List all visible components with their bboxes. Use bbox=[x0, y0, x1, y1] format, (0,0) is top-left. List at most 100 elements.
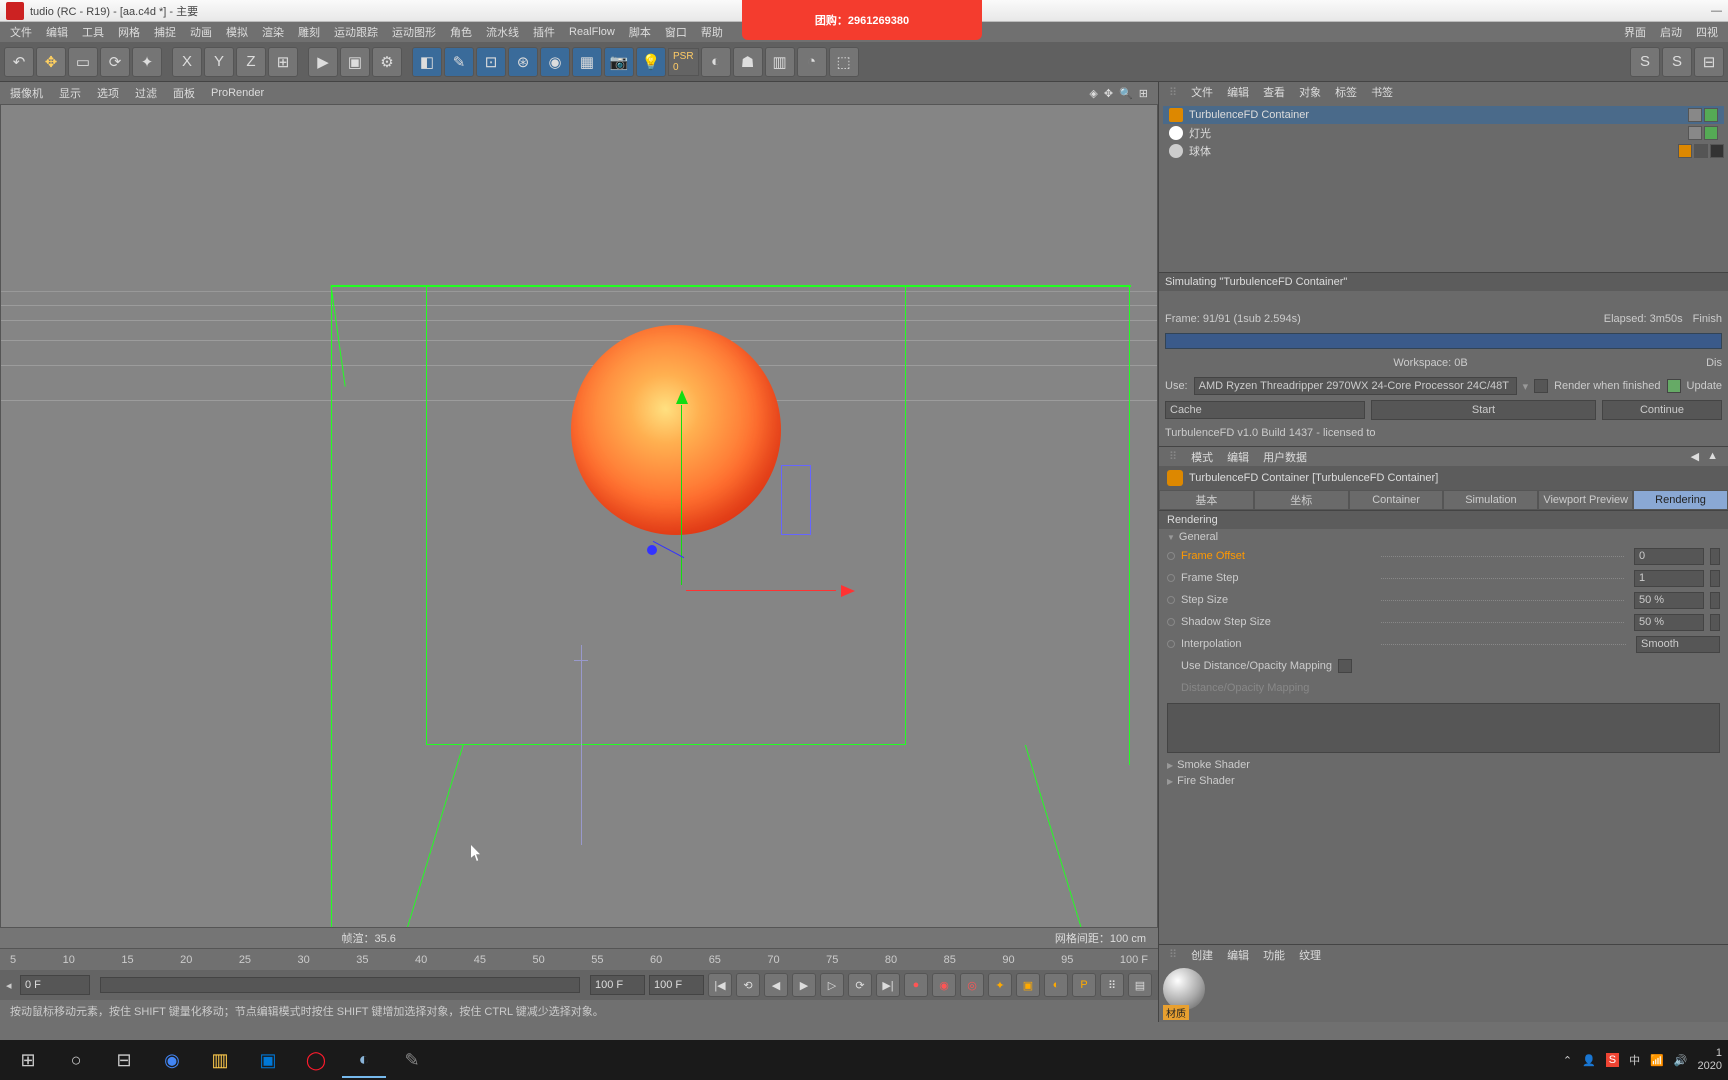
menu-snap[interactable]: 捕捉 bbox=[154, 24, 176, 40]
menu-anim[interactable]: 动画 bbox=[190, 24, 212, 40]
tag-phong[interactable] bbox=[1694, 144, 1708, 158]
prev-key-button[interactable]: ⟲ bbox=[736, 973, 760, 997]
search-button[interactable]: ○ bbox=[54, 1042, 98, 1078]
render-view-button[interactable]: ▶ bbox=[308, 47, 338, 77]
param-key-icon[interactable] bbox=[1167, 640, 1175, 648]
menu-pipe[interactable]: 流水线 bbox=[486, 24, 519, 40]
menu-script[interactable]: 脚本 bbox=[629, 24, 651, 40]
tl-end-a[interactable]: 100 F bbox=[590, 975, 645, 995]
tray-network-icon[interactable]: 📶 bbox=[1650, 1054, 1664, 1067]
next-frame-button[interactable]: ▷ bbox=[820, 973, 844, 997]
sim-cpu-combo[interactable]: AMD Ryzen Threadripper 2970WX 24-Core Pr… bbox=[1194, 377, 1517, 395]
om-book[interactable]: 书签 bbox=[1371, 84, 1393, 100]
vp-display[interactable]: 显示 bbox=[59, 85, 81, 101]
taskview-button[interactable]: ⊟ bbox=[102, 1042, 146, 1078]
vp-zoom-icon[interactable]: 🔍 bbox=[1119, 87, 1133, 100]
render-region-button[interactable]: ▣ bbox=[340, 47, 370, 77]
axis-y-toggle[interactable]: Y bbox=[204, 47, 234, 77]
edge-icon[interactable]: ▣ bbox=[246, 1042, 290, 1078]
attr-edit[interactable]: 编辑 bbox=[1227, 449, 1249, 465]
param-key-icon[interactable] bbox=[1167, 574, 1175, 582]
attr-userdata[interactable]: 用户数据 bbox=[1263, 449, 1307, 465]
substance-3[interactable]: ⊟ bbox=[1694, 47, 1724, 77]
mat-create[interactable]: 创建 bbox=[1191, 947, 1213, 963]
sim-start-button[interactable]: Start bbox=[1371, 400, 1596, 420]
key-param[interactable]: P bbox=[1072, 973, 1096, 997]
tab-coord[interactable]: 坐标 bbox=[1254, 490, 1349, 510]
menu-sim[interactable]: 模拟 bbox=[226, 24, 248, 40]
timeline-ruler[interactable]: 5 10 15 20 25 30 35 40 45 50 55 60 65 70… bbox=[0, 948, 1158, 970]
tray-sound-icon[interactable]: 🔊 bbox=[1674, 1054, 1688, 1067]
prev-frame-button[interactable]: ◀ bbox=[764, 973, 788, 997]
start-button[interactable]: ⊞ bbox=[6, 1042, 50, 1078]
param-key-icon[interactable] bbox=[1167, 552, 1175, 560]
use-distance-chk[interactable] bbox=[1338, 659, 1352, 673]
tab-basic[interactable]: 基本 bbox=[1159, 490, 1254, 510]
interp-combo[interactable]: Smooth bbox=[1636, 636, 1720, 653]
key-scale[interactable]: ▣ bbox=[1016, 973, 1040, 997]
tag-tfd[interactable] bbox=[1678, 144, 1692, 158]
tab-rendering[interactable]: Rendering bbox=[1633, 490, 1728, 510]
om-edit[interactable]: 编辑 bbox=[1227, 84, 1249, 100]
camera-tool[interactable]: 📷 bbox=[604, 47, 634, 77]
vp-prorender[interactable]: ProRender bbox=[211, 87, 264, 99]
menu-tool[interactable]: 工具 bbox=[82, 24, 104, 40]
menu-startup[interactable]: 启动 bbox=[1660, 24, 1682, 40]
tray-sogou-icon[interactable]: S bbox=[1606, 1053, 1619, 1067]
menu-edit[interactable]: 编辑 bbox=[46, 24, 68, 40]
group-general[interactable]: General bbox=[1159, 529, 1728, 545]
gizmo-x-axis[interactable] bbox=[841, 585, 855, 597]
goto-end-button[interactable]: ▶| bbox=[876, 973, 900, 997]
attr-mode[interactable]: 模式 bbox=[1191, 449, 1213, 465]
sim-render-chk[interactable] bbox=[1534, 379, 1548, 393]
tab-viewport[interactable]: Viewport Preview bbox=[1538, 490, 1633, 510]
frame-step-field[interactable]: 1 bbox=[1634, 570, 1704, 587]
attr-back[interactable]: ◀ bbox=[1691, 450, 1699, 463]
menu-quad[interactable]: 四视 bbox=[1696, 24, 1718, 40]
render-toggle[interactable] bbox=[1704, 126, 1718, 140]
key-pos[interactable]: ✦ bbox=[988, 973, 1012, 997]
group-fire[interactable]: Fire Shader bbox=[1159, 773, 1728, 789]
subdiv-tool[interactable]: ⊡ bbox=[476, 47, 506, 77]
pen-tool[interactable]: ✎ bbox=[444, 47, 474, 77]
array-tool[interactable]: ⊛ bbox=[508, 47, 538, 77]
substance-1[interactable]: S bbox=[1630, 47, 1660, 77]
obj-row-sphere[interactable]: 球体 bbox=[1163, 142, 1724, 160]
mat-func[interactable]: 功能 bbox=[1263, 947, 1285, 963]
c4d-icon[interactable]: ◐ bbox=[342, 1042, 386, 1078]
keysel-button[interactable]: ◎ bbox=[960, 973, 984, 997]
vp-camera[interactable]: 摄像机 bbox=[10, 85, 43, 101]
viewport-3d[interactable] bbox=[0, 104, 1158, 928]
move-tool[interactable]: ✥ bbox=[36, 47, 66, 77]
vis-toggle[interactable] bbox=[1688, 108, 1702, 122]
spinner[interactable] bbox=[1710, 592, 1720, 609]
om-tag[interactable]: 标签 bbox=[1335, 84, 1357, 100]
select-tool[interactable]: ▭ bbox=[68, 47, 98, 77]
gizmo-y-axis[interactable] bbox=[676, 390, 688, 404]
step-size-field[interactable]: 50 % bbox=[1634, 592, 1704, 609]
minimize-button[interactable]: — bbox=[1711, 5, 1722, 17]
timeline-track[interactable] bbox=[100, 977, 580, 993]
tag-tex[interactable] bbox=[1710, 144, 1724, 158]
key-dots[interactable]: ⠿ bbox=[1100, 973, 1124, 997]
play-button[interactable]: ▶ bbox=[792, 973, 816, 997]
menu-plugin[interactable]: 插件 bbox=[533, 24, 555, 40]
menu-sculpt[interactable]: 雕刻 bbox=[298, 24, 320, 40]
mat-tex[interactable]: 纹理 bbox=[1299, 947, 1321, 963]
curve-editor[interactable] bbox=[1167, 703, 1720, 753]
tl-current-frame[interactable]: 0 F bbox=[20, 975, 90, 995]
vp-max-icon[interactable]: ⊞ bbox=[1139, 87, 1148, 100]
obj-row-light[interactable]: 灯光 bbox=[1163, 124, 1724, 142]
record-button[interactable]: ● bbox=[904, 973, 928, 997]
vp-panel[interactable]: 面板 bbox=[173, 85, 195, 101]
opera-icon[interactable]: ◯ bbox=[294, 1042, 338, 1078]
menu-layout[interactable]: 界面 bbox=[1624, 24, 1646, 40]
scale-tool[interactable]: ✦ bbox=[132, 47, 162, 77]
rotate-tool[interactable]: ⟳ bbox=[100, 47, 130, 77]
menu-window[interactable]: 窗口 bbox=[665, 24, 687, 40]
menu-file[interactable]: 文件 bbox=[10, 24, 32, 40]
coord-system[interactable]: ⊞ bbox=[268, 47, 298, 77]
tfd-sim[interactable]: ◔ bbox=[797, 47, 827, 77]
axis-x-toggle[interactable]: X bbox=[172, 47, 202, 77]
spinner[interactable] bbox=[1710, 614, 1720, 631]
